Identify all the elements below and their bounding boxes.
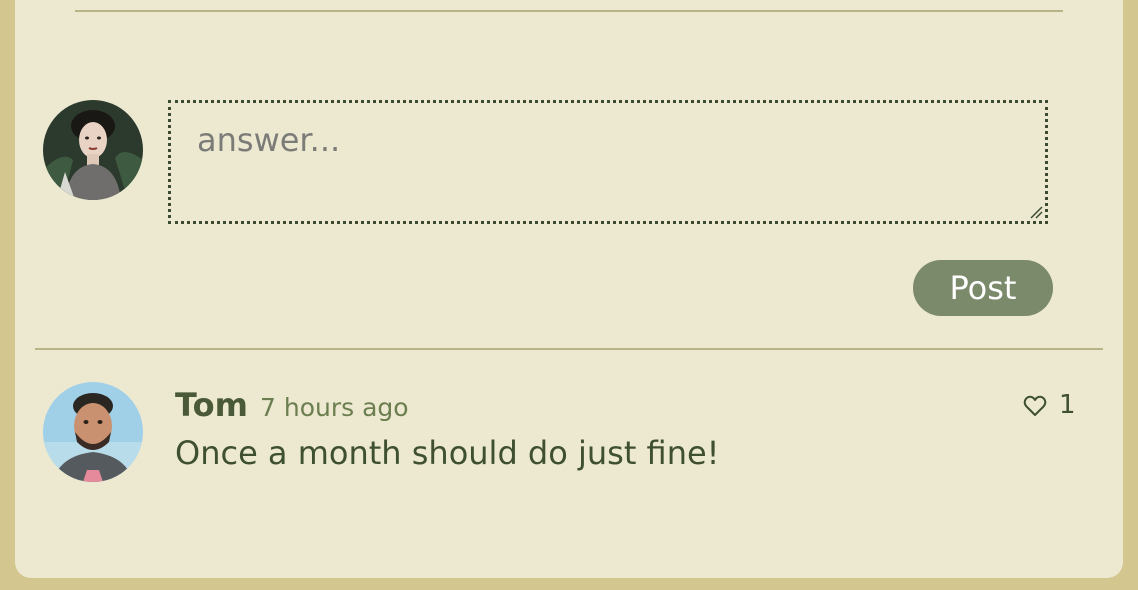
answer-placeholder: answer... bbox=[197, 121, 341, 159]
heart-outline-icon[interactable] bbox=[1023, 395, 1047, 417]
like-count: 1 bbox=[1059, 390, 1076, 420]
comment-body: Once a month should do just fine! bbox=[175, 434, 720, 472]
comment-author-avatar[interactable] bbox=[43, 382, 143, 482]
comment-author-name[interactable]: Tom bbox=[175, 386, 248, 424]
post-button[interactable]: Post bbox=[913, 260, 1053, 316]
current-user-avatar bbox=[43, 100, 143, 200]
top-divider bbox=[75, 10, 1063, 12]
answer-textarea[interactable]: answer... bbox=[168, 100, 1048, 224]
section-divider bbox=[35, 348, 1103, 350]
comment-timestamp: 7 hours ago bbox=[260, 393, 409, 422]
resize-handle-icon[interactable] bbox=[1029, 205, 1043, 219]
comment-card: answer... Post Tom 7 hours ago Once a mo… bbox=[15, 0, 1123, 578]
